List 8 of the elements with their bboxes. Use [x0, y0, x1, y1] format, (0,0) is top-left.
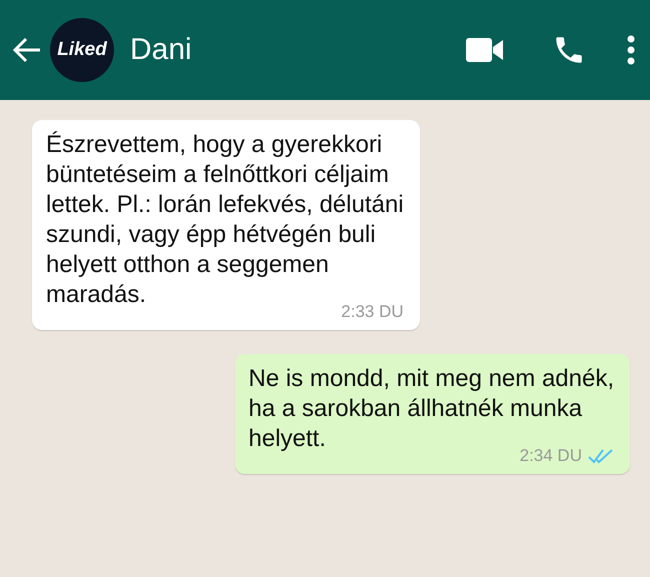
menu-button[interactable]: [626, 35, 636, 65]
back-button[interactable]: [12, 36, 42, 64]
contact-avatar[interactable]: Liked: [50, 18, 114, 82]
video-call-button[interactable]: [466, 38, 504, 62]
back-arrow-icon: [12, 36, 42, 64]
video-camera-icon: [466, 38, 504, 62]
contact-name: Dani: [130, 33, 193, 67]
more-options-icon: [626, 35, 636, 65]
